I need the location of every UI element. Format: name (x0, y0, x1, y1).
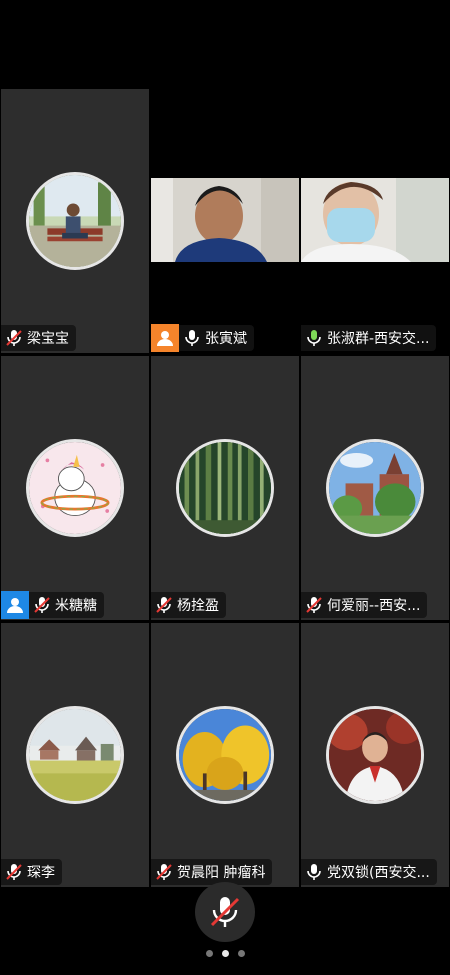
mic-muted-icon (1, 325, 27, 351)
participant-tile[interactable]: 张淑群-西安交... (301, 89, 449, 353)
name-bar: 张淑群-西安交... (301, 325, 437, 351)
participant-name: 米糖糖 (55, 598, 97, 614)
name-bar: 何爱丽--西安... (301, 592, 428, 618)
participant-avatar (326, 706, 424, 804)
participant-tile[interactable]: 梁宝宝 (1, 89, 149, 353)
mic-muted-icon (151, 592, 177, 618)
participant-avatar (176, 439, 274, 537)
mic-on-icon (301, 325, 327, 351)
page-dot-active[interactable] (221, 950, 229, 957)
participant-tile[interactable]: 杨拴盈 (151, 356, 299, 620)
participant-name: 梁宝宝 (27, 331, 69, 347)
name-bar: 琛李 (1, 859, 62, 885)
name-bar: 梁宝宝 (1, 325, 76, 351)
participant-name: 贺晨阳 肿瘤科 (177, 865, 266, 881)
page-indicator[interactable] (0, 950, 450, 957)
name-bar: 米糖糖 (1, 591, 104, 619)
self-mic-toggle-button[interactable] (195, 882, 255, 942)
participant-tile[interactable]: 贺晨阳 肿瘤科 (151, 623, 299, 887)
host-badge-icon (151, 324, 179, 352)
page-dot[interactable] (205, 950, 213, 957)
meeting-screen: 梁宝宝 张寅斌 张淑群-西安交... 米糖糖 杨拴盈 何爱丽--西安... 琛李… (0, 0, 450, 975)
mic-muted-icon (301, 592, 327, 618)
participant-avatar (26, 172, 124, 270)
participant-name: 张寅斌 (205, 331, 247, 347)
participant-tile[interactable]: 党双锁(西安交... (301, 623, 449, 887)
camera-video-feed (151, 178, 299, 262)
mic-on-icon (301, 859, 327, 885)
participant-avatar (26, 706, 124, 804)
participant-name: 张淑群-西安交... (327, 331, 430, 347)
host-badge-icon (1, 591, 29, 619)
participant-tile[interactable]: 琛李 (1, 623, 149, 887)
participant-name: 杨拴盈 (177, 598, 219, 614)
participant-tile[interactable]: 米糖糖 (1, 356, 149, 620)
participant-avatar (326, 439, 424, 537)
mic-muted-icon (151, 859, 177, 885)
name-bar: 党双锁(西安交... (301, 859, 437, 885)
camera-video-feed (301, 178, 449, 262)
mic-muted-icon (1, 859, 27, 885)
name-bar: 张寅斌 (151, 324, 254, 352)
participant-name: 党双锁(西安交... (327, 865, 430, 881)
page-dot[interactable] (237, 950, 245, 957)
participant-avatar (176, 706, 274, 804)
participant-tile[interactable]: 何爱丽--西安... (301, 356, 449, 620)
mic-muted-icon (210, 897, 240, 927)
participant-name: 琛李 (27, 865, 55, 881)
mic-muted-icon (29, 592, 55, 618)
name-bar: 杨拴盈 (151, 592, 226, 618)
participant-name: 何爱丽--西安... (327, 598, 421, 614)
participant-tile[interactable]: 张寅斌 (151, 89, 299, 353)
name-bar: 贺晨阳 肿瘤科 (151, 859, 273, 885)
mic-on-icon (179, 325, 205, 351)
participant-avatar (26, 439, 124, 537)
